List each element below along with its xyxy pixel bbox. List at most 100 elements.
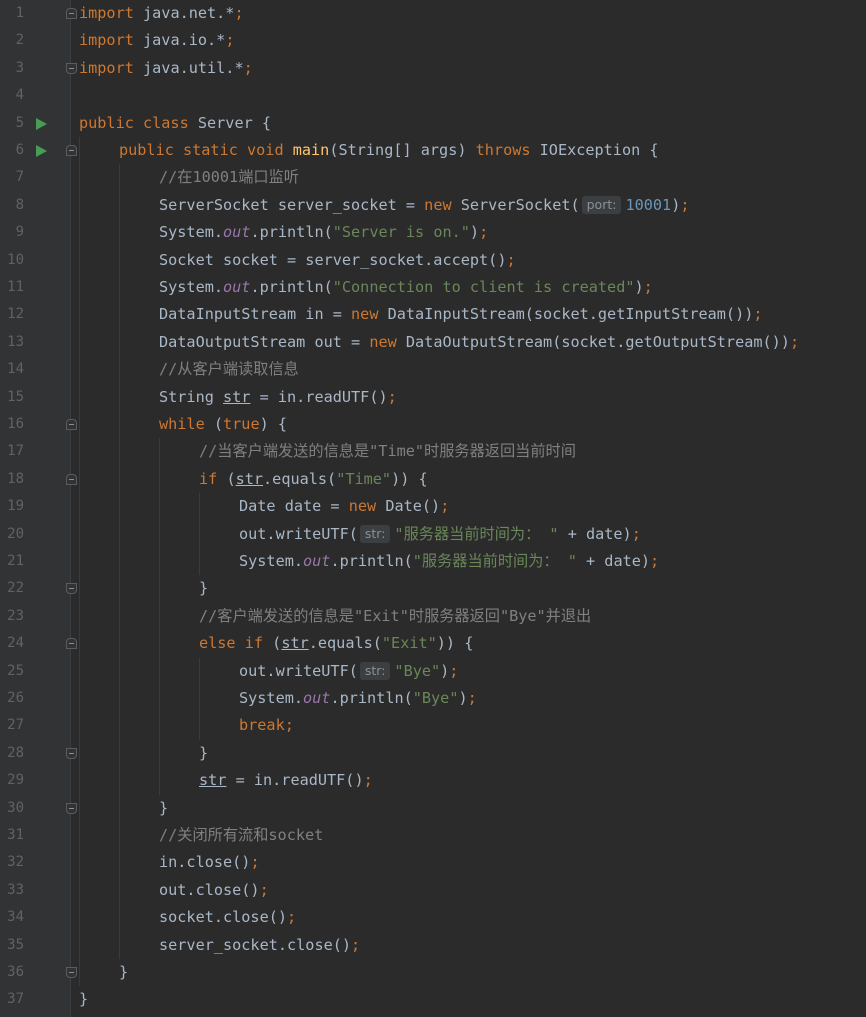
code-line[interactable]: 37} xyxy=(0,986,866,1013)
code-token: = in.readUTF() xyxy=(226,771,364,790)
code-token: Socket socket = server_socket.accept() xyxy=(159,250,507,269)
code-token: Date date = xyxy=(239,497,349,516)
code-text: } xyxy=(159,795,168,822)
code-line[interactable]: 26 System.out.println("Bye"); xyxy=(0,685,866,712)
string-token: "Bye" xyxy=(412,689,459,707)
code-line[interactable]: 19 Date date = new Date(); xyxy=(0,493,866,520)
code-token: java.io.* xyxy=(133,31,226,50)
code-line[interactable]: 2 import java.io.*; xyxy=(0,27,866,54)
code-line[interactable]: 28} xyxy=(0,740,866,767)
code-line[interactable]: 32 in.close(); xyxy=(0,849,866,876)
keyword-token: ; xyxy=(753,305,763,324)
code-line[interactable]: 3 import java.util.*; xyxy=(0,55,866,82)
fold-collapse-icon[interactable] xyxy=(66,638,77,650)
fold-collapse-icon[interactable] xyxy=(66,145,77,156)
line-number: 16 xyxy=(7,416,24,432)
code-line[interactable]: 25 out.writeUTF(str: "Bye"); xyxy=(0,658,866,685)
code-line[interactable]: 18 if (str.equals("Time")) { xyxy=(0,466,866,493)
code-line[interactable]: 11 System.out.println("Connection to clie… xyxy=(0,274,866,301)
keyword-token: import xyxy=(79,58,134,77)
code-line[interactable]: 9 System.out.println("Server is on."); xyxy=(0,219,866,246)
code-line[interactable]: 7 //在10001端口监听 xyxy=(0,164,866,191)
code-line[interactable]: 1 import java.net.*; xyxy=(0,0,866,27)
fold-end-icon[interactable] xyxy=(66,967,77,978)
code-token: ) { xyxy=(259,415,288,433)
code-token: System. xyxy=(239,552,304,570)
line-number: 14 xyxy=(7,361,24,378)
code-line[interactable]: 17 //当客户端发送的信息是"Time"时服务器返回当前时间 xyxy=(0,438,866,465)
code-text: else if (str.equals("Exit")) { xyxy=(199,630,473,657)
line-number: 29 xyxy=(7,772,24,789)
line-number: 20 xyxy=(7,525,24,542)
code-line[interactable]: 36} xyxy=(0,959,866,986)
string-token: "Connection to client is created" xyxy=(332,278,635,296)
code-token: in.close() xyxy=(159,853,251,872)
fold-collapse-icon[interactable] xyxy=(66,473,77,485)
code-line[interactable]: 27 break; xyxy=(0,712,866,739)
keyword-token: ; xyxy=(387,387,397,406)
line-number: 7 xyxy=(15,169,24,186)
code-line[interactable]: 29 str = in.readUTF(); xyxy=(0,767,866,794)
fold-end-icon[interactable] xyxy=(66,802,77,814)
code-text: Date date = new Date(); xyxy=(239,493,449,520)
keyword-token: ; xyxy=(449,661,459,680)
code-line[interactable]: 4 xyxy=(0,82,866,109)
code-token: .println( xyxy=(330,689,413,707)
keyword-token: while xyxy=(159,415,205,433)
run-icon[interactable] xyxy=(36,145,47,157)
code-line[interactable]: 13 DataOutputStream out = new DataOutputS… xyxy=(0,329,866,356)
code-line[interactable]: 22} xyxy=(0,575,866,602)
line-number: 12 xyxy=(7,306,24,323)
code-line[interactable]: 15 String str = in.readUTF(); xyxy=(0,384,866,411)
code-text: //在10001端口监听 xyxy=(159,164,299,191)
code-text: } xyxy=(199,740,208,767)
keyword-token: new xyxy=(369,332,397,351)
code-line[interactable]: 31 //关闭所有流和socket xyxy=(0,822,866,849)
code-line[interactable]: 5 public class Server { xyxy=(0,110,866,137)
code-line[interactable]: 10 Socket socket = server_socket.accept()… xyxy=(0,247,866,274)
keyword-token: ; xyxy=(259,880,269,899)
code-token: )) { xyxy=(391,469,428,488)
code-line[interactable]: 24 else if (str.equals("Exit")) { xyxy=(0,630,866,657)
code-token: ( xyxy=(217,469,236,488)
code-token: = in.readUTF() xyxy=(250,387,388,406)
code-token: java.util.* xyxy=(133,58,244,77)
line-number: 34 xyxy=(7,909,24,926)
code-line[interactable]: 12 DataInputStream in = new DataInputStre… xyxy=(0,301,866,328)
keyword-token: ; xyxy=(680,195,690,214)
fold-collapse-icon[interactable] xyxy=(66,419,77,430)
code-token: ( xyxy=(263,634,282,653)
line-number: 19 xyxy=(7,498,24,515)
code-text: socket.close(); xyxy=(159,904,296,931)
code-line[interactable]: 20 out.writeUTF(str: "服务器当前时间为： " + date); xyxy=(0,521,866,548)
code-token: Date() xyxy=(376,497,441,516)
code-line[interactable]: 30} xyxy=(0,795,866,822)
line-number: 4 xyxy=(15,87,24,104)
code-line[interactable]: 23 //客户端发送的信息是"Exit"时服务器返回"Bye"并退出 xyxy=(0,603,866,630)
keyword-token: ; xyxy=(225,31,235,50)
line-number: 33 xyxy=(7,881,24,898)
fold-collapse-icon[interactable] xyxy=(66,8,77,19)
run-icon[interactable] xyxy=(36,117,47,130)
code-line[interactable]: 14 //从客户端读取信息 xyxy=(0,356,866,383)
code-line[interactable]: 34 socket.close(); xyxy=(0,904,866,931)
code-line[interactable]: 35 server_socket.close(); xyxy=(0,932,866,959)
keyword-token: ; xyxy=(351,935,361,954)
code-token: ( xyxy=(204,415,224,433)
fold-end-icon[interactable] xyxy=(66,747,77,759)
code-line[interactable]: 6 public static void main(String[] args) … xyxy=(0,137,866,164)
code-text: ServerSocket server_socket = new ServerS… xyxy=(159,192,690,219)
code-line[interactable]: 21 System.out.println("服务器当前时间为： " + date… xyxy=(0,548,866,575)
fold-end-icon[interactable] xyxy=(66,583,77,595)
fold-end-icon[interactable] xyxy=(66,62,77,74)
string-token: "服务器当前时间为： " xyxy=(412,552,577,570)
code-line[interactable]: 8 ServerSocket server_socket = new Server… xyxy=(0,192,866,219)
code-line[interactable]: 16 while (true) { xyxy=(0,411,866,438)
code-token: DataOutputStream(socket.getOutputStream(… xyxy=(396,332,790,351)
code-text: //客户端发送的信息是"Exit"时服务器返回"Bye"并退出 xyxy=(199,603,591,630)
code-line[interactable]: 33 out.close(); xyxy=(0,877,866,904)
keyword-token: ; xyxy=(250,853,260,872)
keyword-token: import xyxy=(79,31,134,50)
code-token: .equals( xyxy=(308,634,382,653)
